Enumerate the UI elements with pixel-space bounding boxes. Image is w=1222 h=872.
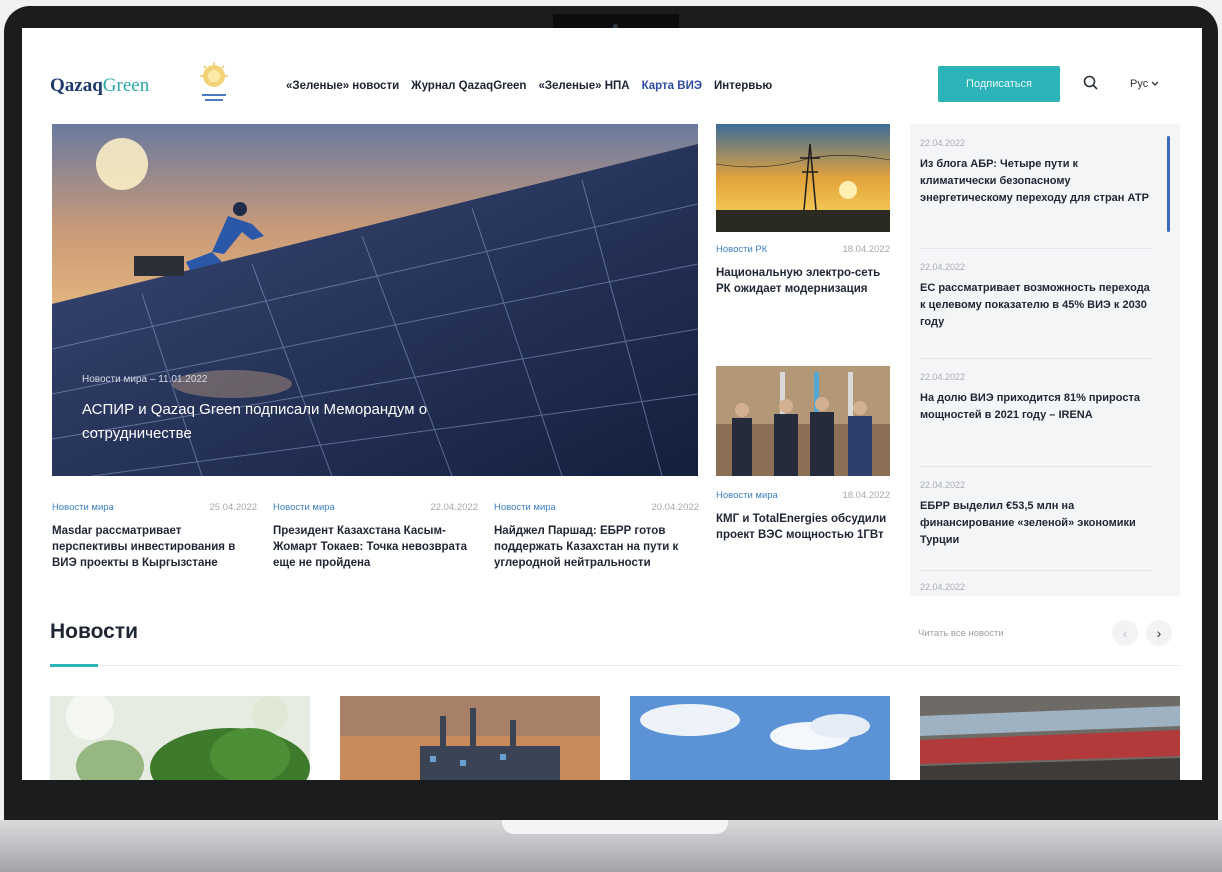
logo-accent-text: Green <box>102 75 150 96</box>
site-logo[interactable]: QazaqGreen <box>50 75 149 97</box>
news-thumbnail-industry[interactable] <box>340 696 600 780</box>
scrollbar-thumb[interactable] <box>1167 136 1170 232</box>
news-title[interactable]: Masdar рассматривает перспективы инвести… <box>52 523 257 571</box>
news-category[interactable]: Новости мира <box>52 502 114 513</box>
base-notch <box>502 820 728 834</box>
language-label: Рус <box>1130 78 1149 90</box>
nav-item-journal[interactable]: Журнал QazaqGreen <box>411 80 526 92</box>
news-title[interactable]: ЕБРР выделил €53,5 млн на финансирование… <box>920 498 1150 549</box>
list-item[interactable]: 22.04.2022 ЕС рассматривает возможность … <box>920 262 1150 331</box>
list-item[interactable]: 22.04.2022 ЕБРР выделил €53,5 млн на фин… <box>920 480 1150 549</box>
news-title[interactable]: Найджел Паршад: ЕБРР готов поддержать Ка… <box>494 523 699 571</box>
site-header: QazaqGreen «Зеленые» новости Журнал Qaza… <box>22 28 1202 120</box>
list-item[interactable]: 22.04.2022 На долю ВИЭ приходится 81% пр… <box>920 372 1150 424</box>
list-item[interactable]: 22.04.2022 Из блога АБР: Четыре пути к к… <box>920 138 1150 207</box>
news-card[interactable]: Новости РК 18.04.2022 Национальную электр… <box>716 244 890 297</box>
news-title[interactable]: КМГ и TotalEnergies обсудили проект ВЭС … <box>716 511 890 543</box>
nav-item-green-npa[interactable]: «Зеленые» НПА <box>538 80 629 92</box>
chevron-down-icon <box>1151 81 1159 86</box>
chevron-right-icon: › <box>1156 625 1162 641</box>
anniversary-emblem-icon <box>200 62 228 101</box>
carousel-prev-button[interactable]: ‹ <box>1112 620 1138 646</box>
news-date: 22.04.2022 <box>920 262 966 272</box>
hero-banner[interactable]: Новости мира – 11.01.2022 АСПИР и Qazaq … <box>52 124 698 476</box>
list-item[interactable]: 22.04.2022 <box>920 582 1150 592</box>
news-card[interactable]: Новости мира 20.04.2022 Найджел Паршад: Е… <box>494 502 699 571</box>
section-title-underline <box>50 664 98 667</box>
language-selector[interactable]: Рус <box>1130 78 1159 90</box>
divider <box>920 466 1152 467</box>
news-category[interactable]: Новости РК <box>716 244 767 255</box>
nav-item-green-news[interactable]: «Зеленые» новости <box>286 80 399 92</box>
news-title[interactable]: ЕС рассматривает возможность перехода к … <box>920 280 1150 331</box>
news-thumbnail-tree[interactable] <box>50 696 310 780</box>
news-date: 22.04.2022 <box>920 372 966 382</box>
news-category[interactable]: Новости мира <box>494 502 556 513</box>
chevron-left-icon: ‹ <box>1122 625 1128 641</box>
latest-news-list[interactable]: 22.04.2022 Из блога АБР: Четыре пути к к… <box>910 124 1180 596</box>
subscribe-button[interactable]: Подписаться <box>938 66 1060 102</box>
section-divider <box>98 665 1180 666</box>
hero-meta: Новости мира – 11.01.2022 <box>82 374 208 385</box>
news-date: 22.04.2022 <box>920 582 966 592</box>
news-title[interactable]: На долю ВИЭ приходится 81% прироста мощн… <box>920 390 1150 424</box>
nav-item-res-map[interactable]: Карта ВИЭ <box>642 80 702 92</box>
news-title[interactable]: Национальную электро-сеть РК ожидает мод… <box>716 265 890 297</box>
main-nav: «Зеленые» новости Журнал QazaqGreen «Зел… <box>286 80 772 92</box>
news-card[interactable]: Новости мира 18.04.2022 КМГ и TotalEnergi… <box>716 490 890 543</box>
section-title: Новости <box>50 620 139 643</box>
laptop-base <box>0 820 1222 872</box>
carousel-next-button[interactable]: › <box>1146 620 1172 646</box>
news-date: 25.04.2022 <box>209 502 257 513</box>
read-all-news-link[interactable]: Читать все новости <box>918 628 1004 639</box>
news-thumbnail-train[interactable] <box>920 696 1180 780</box>
delegation-photo-image[interactable] <box>716 366 890 476</box>
news-card[interactable]: Новости мира 25.04.2022 Masdar рассматрив… <box>52 502 257 571</box>
logo-main-text: Qazaq <box>50 75 103 96</box>
news-category[interactable]: Новости мира <box>273 502 335 513</box>
power-line-sunset-image[interactable] <box>716 124 890 232</box>
news-date: 22.04.2022 <box>430 502 478 513</box>
browser-screen: QazaqGreen «Зеленые» новости Журнал Qaza… <box>22 28 1202 780</box>
news-title[interactable]: Из блога АБР: Четыре пути к климатически… <box>920 156 1150 207</box>
news-date: 18.04.2022 <box>842 244 890 255</box>
news-category[interactable]: Новости мира <box>716 490 778 501</box>
divider <box>920 358 1152 359</box>
search-icon[interactable] <box>1082 74 1100 92</box>
divider <box>920 570 1152 571</box>
news-thumbnail-sky[interactable] <box>630 696 890 780</box>
news-title[interactable]: Президент Казахстана Касым-Жомарт Токаев… <box>273 523 478 571</box>
news-date: 22.04.2022 <box>920 480 966 490</box>
news-date: 22.04.2022 <box>920 138 966 148</box>
nav-item-interviews[interactable]: Интервью <box>714 80 772 92</box>
hero-title[interactable]: АСПИР и Qazaq Green подписали Меморандум… <box>82 398 502 446</box>
news-date: 20.04.2022 <box>651 502 699 513</box>
divider <box>920 248 1152 249</box>
news-date: 18.04.2022 <box>842 490 890 501</box>
news-card[interactable]: Новости мира 22.04.2022 Президент Казахст… <box>273 502 478 571</box>
